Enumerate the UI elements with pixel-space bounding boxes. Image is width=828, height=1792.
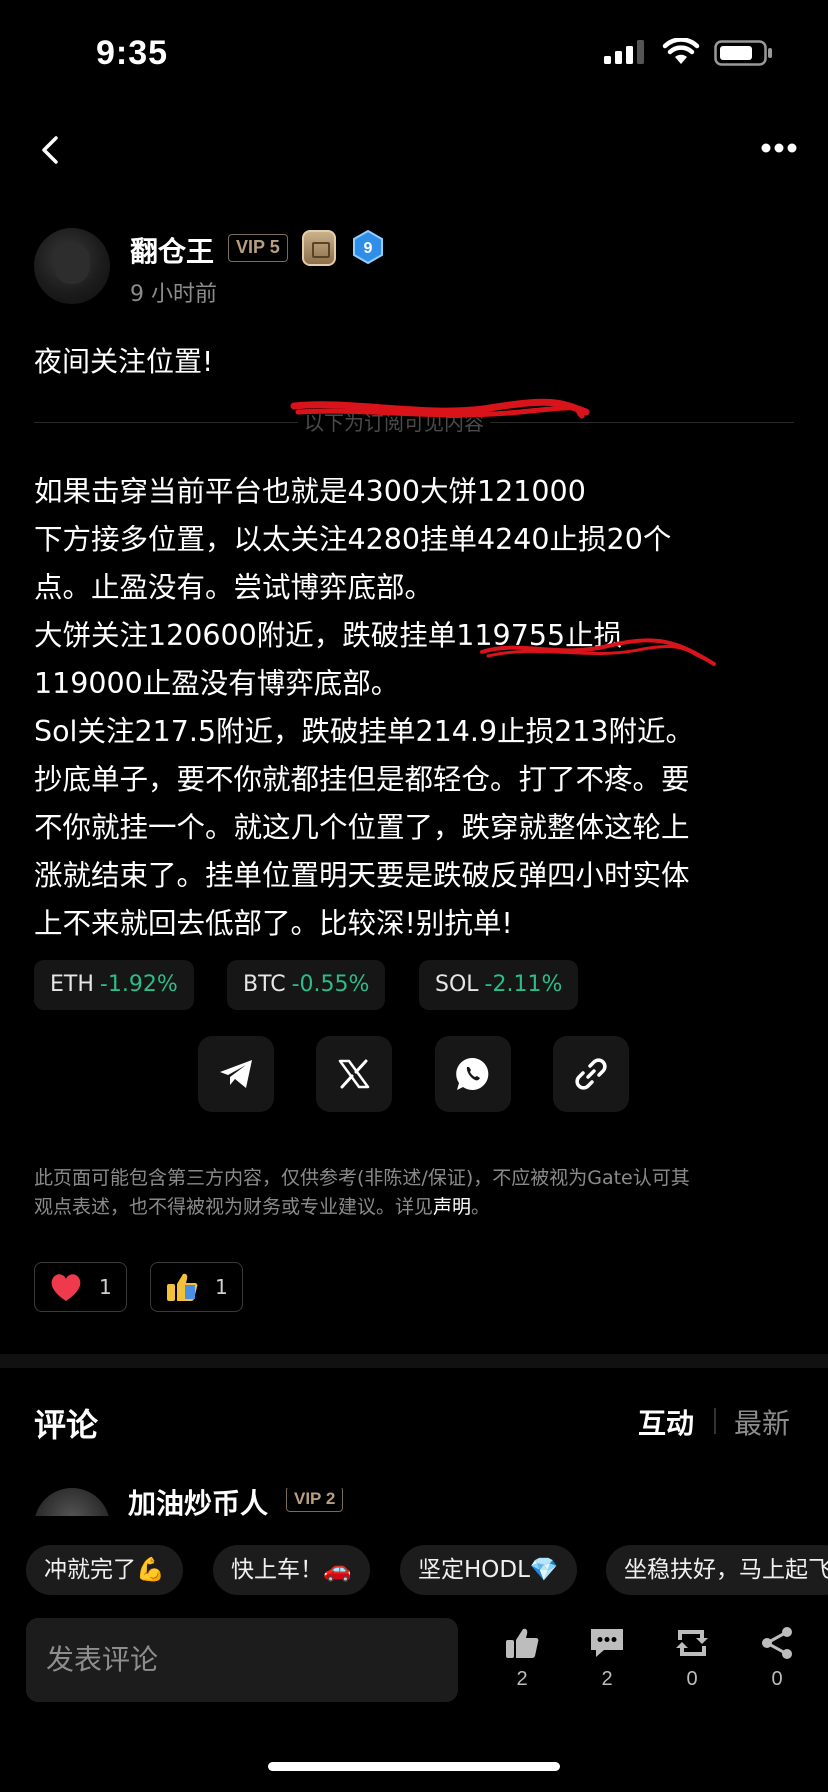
- commenter-avatar[interactable]: [34, 1488, 110, 1516]
- sort-tab-interactive[interactable]: 互动: [638, 1402, 694, 1442]
- status-bar: 9:35: [0, 0, 828, 110]
- post-body-line: 抄底单子，要不你就都挂但是都轻仓。打了不疼。要: [34, 763, 690, 796]
- comment-count: 2: [601, 1668, 613, 1690]
- comment-action[interactable]: 2: [577, 1626, 637, 1691]
- like-action[interactable]: 2: [492, 1626, 552, 1691]
- share-link-button[interactable]: [553, 1036, 629, 1112]
- post-body-line: 不你就挂一个。就这几个位置了，跌穿就整体这轮上: [34, 811, 690, 844]
- post-body-line: 如果击穿当前平台也就是4300大饼121000: [34, 475, 586, 508]
- top-nav: [0, 120, 828, 180]
- section-separator: [0, 1354, 828, 1368]
- thumbs-up-reaction-button[interactable]: 1: [150, 1262, 243, 1312]
- share-count: 0: [771, 1668, 783, 1690]
- post-body-line: 下方接多位置，以太关注4280挂单4240止损20个: [34, 523, 672, 556]
- comment-input[interactable]: 发表评论: [26, 1618, 458, 1702]
- more-options-icon[interactable]: [760, 142, 798, 154]
- author-avatar[interactable]: [34, 228, 110, 304]
- ticker-symbol: SOL: [435, 972, 479, 997]
- red-underline-mark: [480, 638, 716, 666]
- commenter-vip-badge: VIP 2: [286, 1488, 344, 1512]
- share-whatsapp-button[interactable]: [435, 1036, 511, 1112]
- x-icon: [338, 1059, 370, 1089]
- comments-title: 评论: [34, 1406, 99, 1444]
- ticker-change: -2.11%: [484, 972, 563, 997]
- disclaimer-line: 观点表述，也不得被视为财务或专业建议。详见声明。: [34, 1193, 794, 1222]
- reaction-count: 1: [215, 1275, 228, 1299]
- level-badge-icon: 9: [353, 230, 383, 264]
- post-title: 夜间关注位置!: [34, 345, 214, 378]
- repost-count: 0: [686, 1668, 698, 1690]
- ticker-eth[interactable]: ETH -1.92%: [34, 960, 194, 1010]
- post-body-line: 上不来就回去低部了。比较深!别抗单!: [34, 907, 513, 940]
- disclaimer-line: 此页面可能包含第三方内容，仅供参考(非陈述/保证)，不应被视为Gate认可其: [34, 1167, 690, 1189]
- share-action[interactable]: 0: [747, 1626, 807, 1691]
- thumbs-up-icon: [167, 1273, 198, 1301]
- repost-icon: [676, 1630, 708, 1656]
- comments-header: 评论 互动 最新: [34, 1400, 794, 1444]
- post-author: 翻仓王 VIP 5 9 9 小时前: [34, 226, 794, 307]
- ticker-symbol: BTC: [243, 972, 286, 997]
- thumbs-up-icon: [506, 1628, 539, 1658]
- sort-divider: [714, 1408, 716, 1434]
- back-arrow-icon[interactable]: [36, 130, 66, 170]
- svg-text:9: 9: [364, 240, 373, 257]
- quick-reply-chip[interactable]: 坚定HODL💎: [400, 1545, 577, 1595]
- commenter-name[interactable]: 加油炒币人: [128, 1488, 268, 1516]
- status-time: 9:35: [96, 34, 169, 72]
- disclaimer-suffix: 。: [471, 1196, 491, 1218]
- reaction-count: 1: [99, 1275, 112, 1299]
- bottom-action-bar: 发表评论 2 2 0 0: [0, 1612, 828, 1722]
- share-icon: [762, 1627, 792, 1659]
- quick-reply-chip[interactable]: 冲就完了💪: [26, 1545, 183, 1595]
- comment-bubble-icon: [591, 1629, 623, 1657]
- comment-item: 加油炒币人 VIP 2: [34, 1488, 794, 1516]
- ticker-sol[interactable]: SOL -2.11%: [419, 960, 579, 1010]
- post-body-line: Sol关注217.5附近，跌破挂单214.9止损213附近。: [34, 715, 695, 748]
- heart-icon: [51, 1274, 81, 1301]
- ticker-change: -1.92%: [99, 972, 178, 997]
- battery-icon: [714, 40, 772, 66]
- post-body-line: 涨就结束了。挂单位置明天要是跌破反弹四小时实体: [34, 859, 690, 892]
- link-icon: [575, 1058, 607, 1090]
- post-timestamp: 9 小时前: [130, 282, 217, 307]
- share-x-button[interactable]: [316, 1036, 392, 1112]
- post-body: 如果击穿当前平台也就是4300大饼121000 下方接多位置，以太关注4280挂…: [34, 468, 796, 948]
- quick-reply-row: 冲就完了💪 快上车！🚗 坚定HODL💎 坐稳扶好，马上起飞: [0, 1545, 828, 1595]
- whatsapp-icon: [456, 1057, 489, 1090]
- home-indicator: [268, 1762, 560, 1771]
- quick-reply-chip[interactable]: 快上车！🚗: [213, 1545, 370, 1595]
- author-name[interactable]: 翻仓王: [130, 230, 214, 270]
- disclaimer-link[interactable]: 声明: [433, 1196, 471, 1218]
- post-body-line: 点。止盈没有。尝试博弈底部。: [34, 571, 434, 604]
- heart-reaction-button[interactable]: 1: [34, 1262, 127, 1312]
- share-telegram-button[interactable]: [198, 1036, 274, 1112]
- disclaimer-line-text: 观点表述，也不得被视为财务或专业建议。详见: [34, 1196, 434, 1218]
- telegram-icon: [220, 1060, 252, 1088]
- ticker-btc[interactable]: BTC -0.55%: [227, 960, 386, 1010]
- disclaimer-text: 此页面可能包含第三方内容，仅供参考(非陈述/保证)，不应被视为Gate认可其 观…: [34, 1164, 794, 1222]
- vip-badge: VIP 5: [228, 234, 288, 262]
- cellular-signal-icon: [604, 40, 644, 64]
- ticker-change: -0.55%: [291, 972, 370, 997]
- ticker-symbol: ETH: [50, 972, 94, 997]
- quick-reply-chip[interactable]: 坐稳扶好，马上起飞: [606, 1545, 828, 1595]
- wifi-icon: [662, 38, 700, 64]
- sort-tab-latest[interactable]: 最新: [734, 1402, 790, 1442]
- scroll-badge-icon: [302, 230, 336, 266]
- like-count: 2: [516, 1668, 528, 1690]
- repost-action[interactable]: 0: [662, 1626, 722, 1691]
- red-scribble-mark: [290, 398, 590, 419]
